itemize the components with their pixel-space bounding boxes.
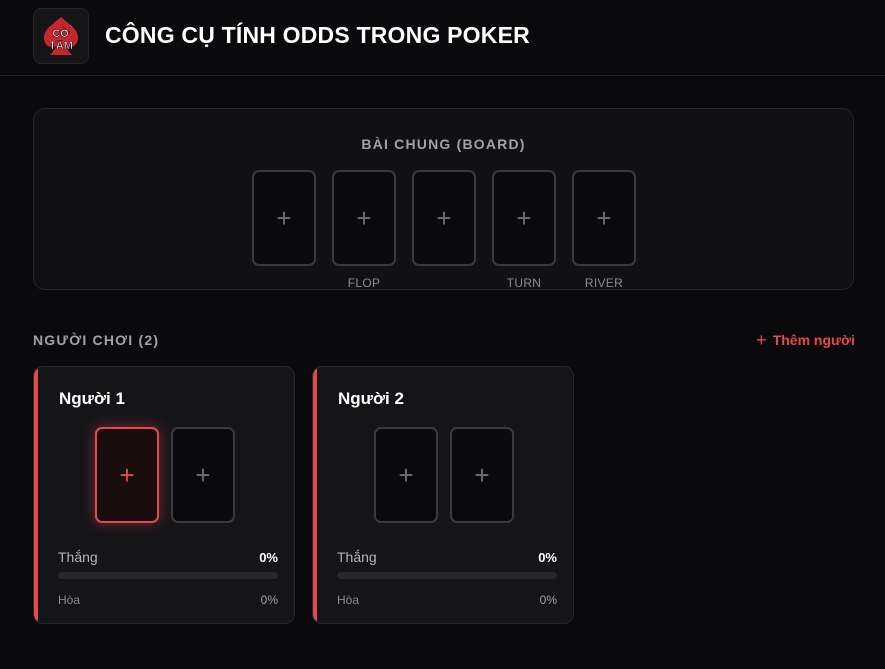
players-heading: NGƯỜI CHƠI (2)	[33, 332, 160, 348]
player-card-1: Người 1 + + Thắng 0% Hòa 0%	[33, 366, 295, 624]
add-player-button[interactable]: + Thêm người	[756, 331, 855, 349]
player-card-2: Người 2 + + Thắng 0% Hòa 0%	[312, 366, 574, 624]
plus-icon: +	[119, 460, 135, 490]
draw-label: Hòa	[337, 593, 360, 607]
plus-icon: +	[195, 460, 211, 490]
draw-label: Hòa	[58, 593, 81, 607]
plus-icon: +	[436, 203, 452, 233]
brand-logo[interactable]: CỜ TÂM	[33, 8, 89, 64]
app-header: CỜ TÂM CÔNG CỤ TÍNH ODDS TRONG POKER	[0, 0, 885, 76]
win-value: 0%	[538, 550, 557, 565]
draw-value: 0%	[539, 593, 557, 607]
board-card-slot-5[interactable]: +	[572, 170, 636, 266]
board-card-slot-4[interactable]: +	[492, 170, 556, 266]
win-value: 0%	[259, 550, 278, 565]
plus-icon: +	[756, 330, 767, 350]
player-1-hole-card-2[interactable]: +	[171, 427, 235, 523]
win-label: Thắng	[337, 549, 377, 565]
add-player-label: Thêm người	[772, 332, 855, 348]
plus-icon: +	[356, 203, 372, 233]
page-title: CÔNG CỤ TÍNH ODDS TRONG POKER	[105, 22, 530, 48]
plus-icon: +	[516, 203, 532, 233]
svg-text:CỜ: CỜ	[52, 27, 70, 40]
player-2-hole-card-1[interactable]: +	[374, 427, 438, 523]
player-2-hole-card-2[interactable]: +	[450, 427, 514, 523]
svg-text:TÂM: TÂM	[49, 39, 73, 52]
player-accent-bar	[313, 367, 317, 623]
flop-label: FLOP	[347, 276, 381, 290]
plus-icon: +	[474, 460, 490, 490]
board-card-slot-1[interactable]: +	[252, 170, 316, 266]
board-title: BÀI CHUNG (BOARD)	[361, 136, 526, 152]
board-panel: BÀI CHUNG (BOARD) + + + + + FLOP TURN RI…	[33, 108, 854, 290]
draw-value: 0%	[260, 593, 278, 607]
logo-emblem: CỜ TÂM	[44, 17, 78, 55]
board-card-slot-2[interactable]: +	[332, 170, 396, 266]
win-label: Thắng	[58, 549, 98, 565]
plus-icon: +	[276, 203, 292, 233]
player-1-hole-card-1[interactable]: +	[95, 427, 159, 523]
plus-icon: +	[596, 203, 612, 233]
win-progress-bar	[337, 572, 557, 579]
player-name: Người 2	[338, 389, 404, 408]
player-name: Người 1	[59, 389, 125, 408]
player-accent-bar	[34, 367, 38, 623]
turn-label: TURN	[506, 276, 542, 290]
river-label: RIVER	[584, 276, 624, 290]
win-progress-bar	[58, 572, 278, 579]
plus-icon: +	[398, 460, 414, 490]
board-card-slot-3[interactable]: +	[412, 170, 476, 266]
